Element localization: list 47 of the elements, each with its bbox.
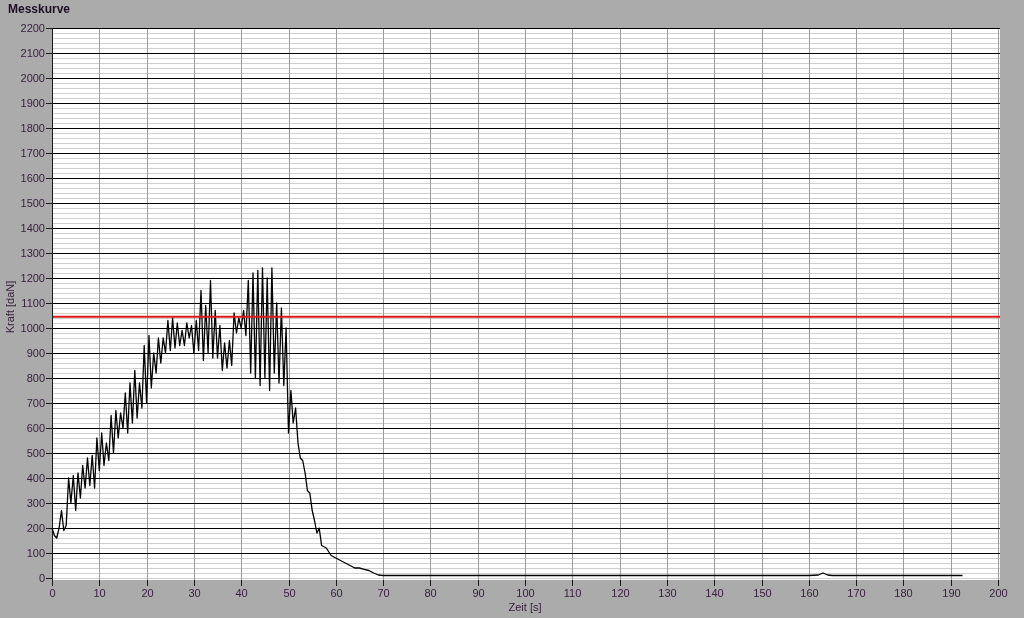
axis-tick-label: 200 [989,587,1008,599]
axis-tick-label: 2000 [20,72,45,84]
axis-tick-label: 180 [894,587,913,599]
axis-tick-label: 700 [26,397,45,409]
axis-tick-label: 80 [424,587,437,599]
axis-tick-label: 50 [283,587,296,599]
axis-tick-label: 1700 [20,147,45,159]
axis-tick-label: 1900 [20,97,45,109]
axis-tick-label: 70 [377,587,390,599]
axis-tick-label: 1300 [20,247,45,259]
axis-tick-label: 40 [235,587,248,599]
y-axis-title: Kraft [daN] [4,280,16,334]
axis-tick-label: 170 [847,587,866,599]
axis-tick-label: 800 [26,372,45,384]
axis-tick-label: 150 [753,587,772,599]
x-axis-title: Zeit [s] [508,601,542,613]
axis-tick-label: 1500 [20,197,45,209]
axis-tick-label: 400 [26,472,45,484]
axis-tick-label: 900 [26,347,45,359]
axis-tick-label: 120 [611,587,630,599]
axis-tick-label: 1800 [20,122,45,134]
axis-tick-label: 2100 [20,47,45,59]
axis-tick-label: 0 [38,572,45,584]
axis-tick-label: 60 [330,587,343,599]
axis-tick-label: 300 [26,497,45,509]
axis-tick-label: 200 [26,522,45,534]
axis-tick-label: 110 [563,587,582,599]
axis-tick-label: 190 [942,587,961,599]
axis-tick-label: 140 [705,587,724,599]
axis-tick-label: 30 [188,587,201,599]
axis-tick-label: 500 [26,447,45,459]
axis-tick-label: 100 [516,587,535,599]
axis-tick-label: 0 [49,587,56,599]
axis-tick-label: 100 [26,547,45,559]
axis-tick-label: 160 [800,587,819,599]
axis-tick-label: 1100 [21,297,45,309]
axis-tick-label: 10 [93,587,106,599]
axis-tick-label: 1200 [20,272,45,284]
axis-tick-label: 1600 [20,172,45,184]
axis-tick-label: 600 [26,422,45,434]
axis-tick-label: 130 [658,587,677,599]
axis-tick-label: 1400 [20,222,45,234]
axis-tick-label: 1000 [20,322,45,334]
axis-tick-label: 20 [141,587,154,599]
chart-title: Messkurve [7,1,71,18]
axis-tick-label: 90 [472,587,485,599]
axis-tick-label: 2200 [20,22,45,34]
